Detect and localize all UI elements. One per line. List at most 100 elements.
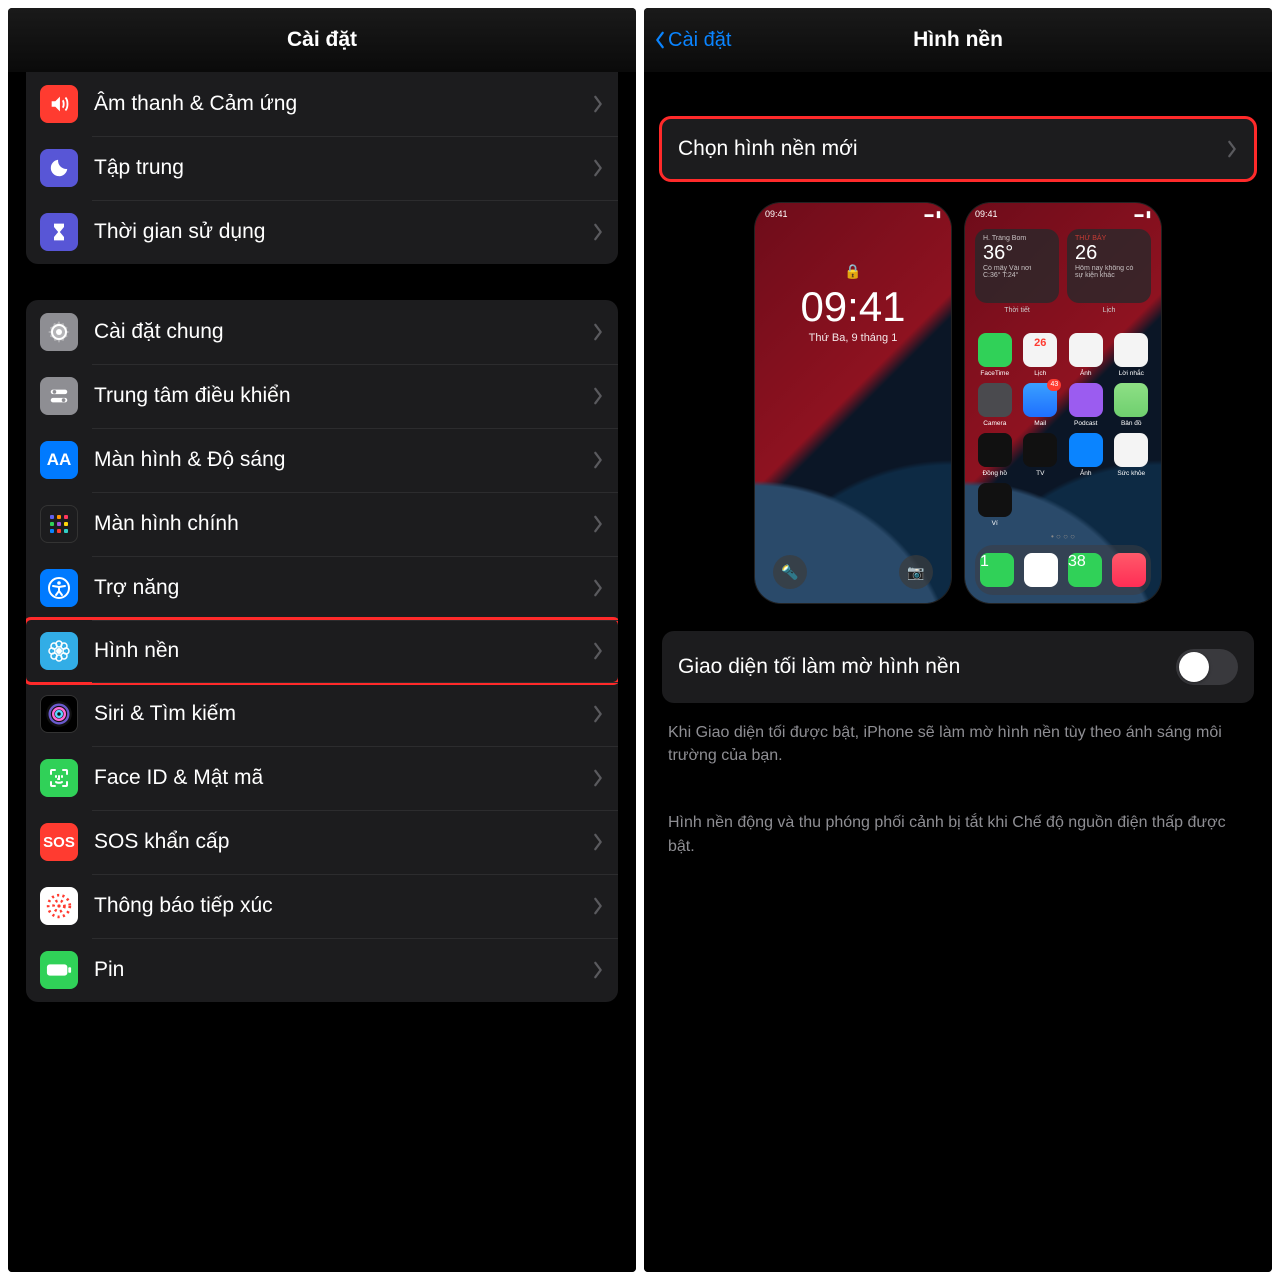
app-Lịch: 26Lịch [1021, 333, 1061, 377]
homescreen-preview[interactable]: 09:41 ▬ ▮ H. Trảng Bom 36° Có mây Vài nơ… [965, 203, 1161, 603]
settings-row-toggles[interactable]: Trung tâm điều khiển [26, 364, 618, 428]
settings-row-battery[interactable]: Pin [26, 938, 618, 1002]
signal-battery-icon: ▬ ▮ [925, 209, 941, 220]
dock: 138 [975, 545, 1151, 595]
chevron-right-icon [592, 515, 604, 533]
settings-row-sound[interactable]: Âm thanh & Cảm ứng [26, 72, 618, 136]
sound-icon [40, 85, 78, 123]
app-Mail: 43Mail [1021, 383, 1061, 427]
app-Sức khỏe: Sức khỏe [1112, 433, 1152, 477]
lock-date: Thứ Ba, 9 tháng 1 [755, 332, 951, 344]
app-FaceTime: FaceTime [975, 333, 1015, 377]
wallpaper-body[interactable]: Chọn hình nền mới 09:41 ▬ ▮ 🔒 09:41 Thứ … [644, 72, 1272, 1272]
back-label: Cài đặt [668, 29, 731, 52]
calendar-widget: THỨ BẢY 26 Hôm nay không có sự kiện khác [1067, 229, 1151, 303]
lock-time: 09:41 [755, 286, 951, 328]
dock-Music [1112, 553, 1146, 587]
row-label: Âm thanh & Cảm ứng [94, 92, 592, 116]
row-label: Hình nền [94, 639, 592, 663]
chevron-right-icon [1226, 140, 1238, 158]
row-label: Trợ năng [94, 576, 592, 600]
settings-row-exposure[interactable]: Thông báo tiếp xúc [26, 874, 618, 938]
settings-row-siri[interactable]: Siri & Tìm kiếm [26, 682, 618, 746]
settings-group-1: Âm thanh & Cảm ứng Tập trungThời gian sử … [26, 72, 618, 264]
chevron-right-icon [592, 159, 604, 177]
gear-icon [40, 313, 78, 351]
app-Podcast: Podcast [1066, 383, 1106, 427]
wallpaper-header: Cài đặt Hình nền [644, 8, 1272, 72]
dim-wallpaper-row: Giao diện tối làm mờ hình nền [662, 631, 1254, 703]
chevron-right-icon [592, 579, 604, 597]
hourglass-icon [40, 213, 78, 251]
dim-wallpaper-label: Giao diện tối làm mờ hình nền [678, 655, 1176, 679]
accessibility-icon [40, 569, 78, 607]
app-grid: FaceTime26LịchẢnhLời nhắcCamera43MailPod… [975, 333, 1151, 527]
chevron-right-icon [592, 223, 604, 241]
footnote-1: Khi Giao diện tối được bật, iPhone sẽ là… [662, 709, 1254, 779]
settings-panel: Cài đặt Âm thanh & Cảm ứng Tập trungThời … [8, 8, 636, 1272]
settings-row-hourglass[interactable]: Thời gian sử dụng [26, 200, 618, 264]
settings-row-gear[interactable]: Cài đặt chung [26, 300, 618, 364]
settings-row-faceid[interactable]: Face ID & Mật mã [26, 746, 618, 810]
choose-wallpaper-label: Chọn hình nền mới [678, 137, 1226, 161]
app-TV: TV [1021, 433, 1061, 477]
camera-icon: 📷 [899, 555, 933, 589]
lock-icon: 🔒 [755, 263, 951, 280]
dim-wallpaper-toggle[interactable] [1176, 649, 1238, 685]
app-Ví: Ví [975, 483, 1015, 527]
settings-row-accessibility[interactable]: Trợ năng [26, 556, 618, 620]
settings-title: Cài đặt [287, 28, 357, 52]
footnote-2: Hình nền động và thu phóng phối cảnh bị … [662, 799, 1254, 869]
row-label: Siri & Tìm kiếm [94, 702, 592, 726]
row-label: Màn hình chính [94, 512, 592, 536]
lock-statusbar: 09:41 ▬ ▮ [765, 209, 941, 220]
siri-icon [40, 695, 78, 733]
chevron-right-icon [592, 323, 604, 341]
home-statusbar: 09:41 ▬ ▮ [975, 209, 1151, 220]
chevron-right-icon [592, 897, 604, 915]
battery-icon [40, 951, 78, 989]
page-dots: • ○ ○ ○ [965, 532, 1161, 541]
choose-wallpaper-row[interactable]: Chọn hình nền mới [659, 116, 1257, 182]
chevron-right-icon [592, 705, 604, 723]
weather-widget: H. Trảng Bom 36° Có mây Vài nơi C:36° T:… [975, 229, 1059, 303]
exposure-icon [40, 887, 78, 925]
settings-row-grid[interactable]: Màn hình chính [26, 492, 618, 556]
settings-row-sos[interactable]: SOS SOS khẩn cấp [26, 810, 618, 874]
toggles-icon [40, 377, 78, 415]
settings-row-moon[interactable]: Tập trung [26, 136, 618, 200]
app-Ảnh: Ảnh [1066, 433, 1106, 477]
app-Đồng hồ: Đồng hồ [975, 433, 1015, 477]
chevron-right-icon [592, 769, 604, 787]
row-label: Màn hình & Độ sáng [94, 448, 592, 472]
app-Bản đồ: Bản đồ [1112, 383, 1152, 427]
wallpaper-title: Hình nền [913, 28, 1003, 52]
chevron-right-icon [592, 833, 604, 851]
row-label: Face ID & Mật mã [94, 766, 592, 790]
row-label: Pin [94, 958, 592, 982]
lockscreen-preview[interactable]: 09:41 ▬ ▮ 🔒 09:41 Thứ Ba, 9 tháng 1 🔦 📷 [755, 203, 951, 603]
settings-row-flower[interactable]: Hình nền [26, 617, 618, 685]
row-label: SOS khẩn cấp [94, 830, 592, 854]
grid-icon [40, 505, 78, 543]
settings-row-aa[interactable]: AAMàn hình & Độ sáng [26, 428, 618, 492]
app-Lời nhắc: Lời nhắc [1112, 333, 1152, 377]
chevron-left-icon [654, 31, 666, 49]
wallpaper-previews: 09:41 ▬ ▮ 🔒 09:41 Thứ Ba, 9 tháng 1 🔦 📷 [662, 203, 1254, 603]
sos-icon: SOS [40, 823, 78, 861]
dock-Safari [1024, 553, 1058, 587]
back-button[interactable]: Cài đặt [654, 29, 731, 52]
dock-Messages: 38 [1068, 553, 1102, 587]
moon-icon [40, 149, 78, 187]
wallpaper-panel: Cài đặt Hình nền Chọn hình nền mới 09:41… [644, 8, 1272, 1272]
flower-icon [40, 632, 78, 670]
app-Ảnh: Ảnh [1066, 333, 1106, 377]
faceid-icon [40, 759, 78, 797]
settings-group-2: Cài đặt chungTrung tâm điều khiểnAAMàn h… [26, 300, 618, 1002]
chevron-right-icon [592, 961, 604, 979]
settings-body[interactable]: Âm thanh & Cảm ứng Tập trungThời gian sử … [8, 72, 636, 1272]
row-label: Thông báo tiếp xúc [94, 894, 592, 918]
app-Camera: Camera [975, 383, 1015, 427]
settings-header: Cài đặt [8, 8, 636, 72]
chevron-right-icon [592, 642, 604, 660]
